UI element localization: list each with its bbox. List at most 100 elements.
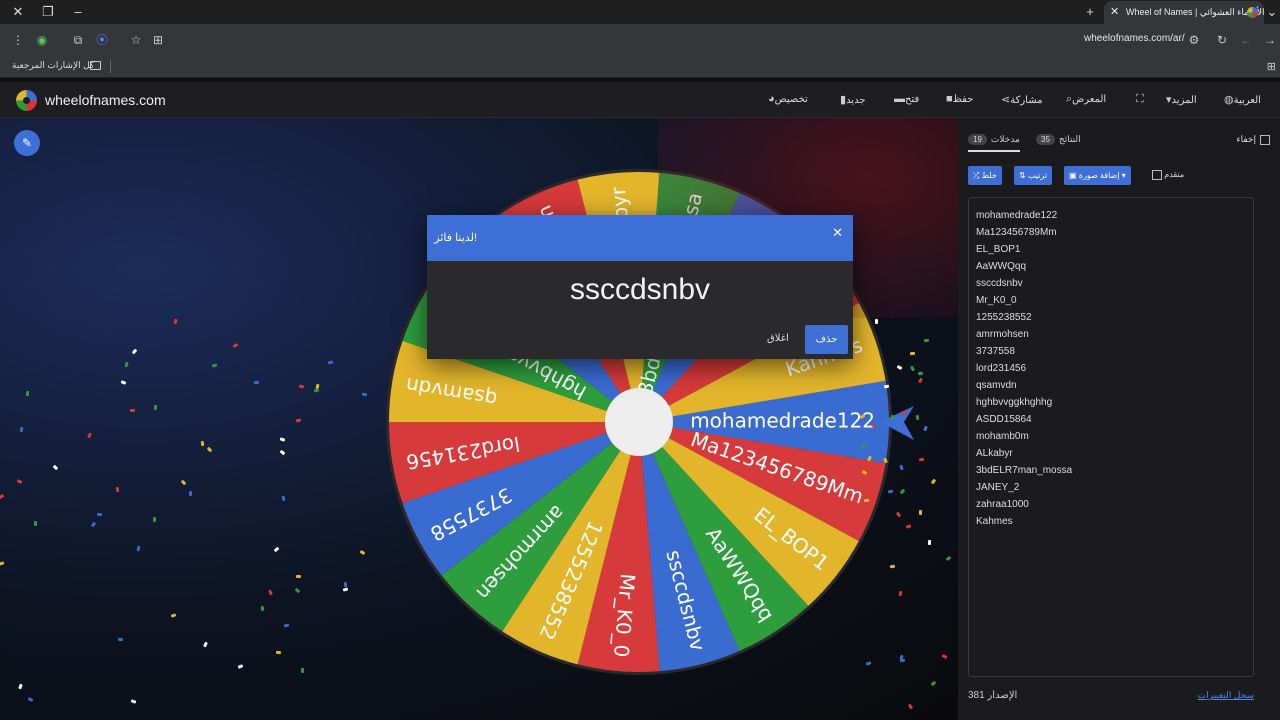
entry-line: ASDD15864 [976, 414, 1032, 425]
confetti-piece [200, 440, 204, 446]
language-button[interactable]: ◍العربية [1220, 93, 1261, 106]
hide-label: إخفاء [1236, 134, 1256, 144]
fullscreen-icon: ⛶ [1136, 93, 1144, 105]
gallery-button[interactable]: ⌕المعرض [1062, 93, 1106, 106]
tab-title: Wheel of Names | منتقي الأسماء العشوائي [1126, 7, 1264, 17]
entry-line: 3bdELR7man_mossa [976, 465, 1073, 476]
site-settings-icon[interactable]: ⚙ [1186, 32, 1202, 48]
confetti-piece [295, 418, 302, 423]
reload-icon[interactable]: ↻ [1214, 32, 1230, 48]
all-bookmarks-link[interactable]: كل الإشارات المرجعية [12, 60, 94, 71]
customize-button[interactable]: ◕تخصيص [764, 93, 808, 105]
new-label: جديد [846, 95, 866, 106]
winner-name: ssccdsnbv [569, 273, 711, 306]
share-button[interactable]: ⋖مشاركة [997, 93, 1043, 106]
back-icon[interactable]: → [1262, 32, 1278, 48]
bookmark-star-icon[interactable]: ☆ [128, 32, 144, 48]
winner-dialog: لدينا فائز! ✕ ssccdsnbv اغلاق حذف [427, 215, 853, 359]
results-tab-label: النتائج [1058, 134, 1081, 144]
wheel-svg[interactable]: mohamedrade122Ma123456789MmEL_BOP1AaWWQq… [0, 118, 958, 720]
apps-grid-icon[interactable]: ⊞ [1267, 60, 1276, 73]
tab-entries[interactable]: 19 مدخلات [968, 134, 1020, 152]
browser-menu-icon[interactable]: ⋮ [10, 32, 26, 48]
bookmarks-bar: كل الإشارات المرجعية ⊞ [0, 56, 1280, 78]
shuffle-button[interactable]: ⤮ خلط [968, 166, 1002, 185]
entry-line: AaWWQqq [976, 261, 1027, 272]
entry-line: ssccdsnbv [976, 278, 1023, 289]
site-header: wheelofnames.com ◕تخصيص ▮جديد ▬فتح ■حفظ … [0, 82, 1280, 118]
entry-line: lord231456 [976, 363, 1027, 374]
advanced-label: متقدم [1164, 170, 1185, 180]
dialog-close-icon[interactable]: ✕ [832, 225, 843, 241]
edit-pencil-button[interactable]: ✎ [14, 130, 40, 156]
globe-icon: ◍ [1224, 94, 1234, 106]
new-tab-icon[interactable]: + [1080, 2, 1100, 22]
hide-checkbox[interactable] [1260, 134, 1270, 145]
more-menu-button[interactable]: ▾المزيد [1162, 93, 1197, 106]
confetti-piece [910, 352, 916, 356]
image-icon: ▣ [1069, 171, 1079, 180]
wheel-hub[interactable] [605, 388, 673, 456]
new-button[interactable]: ▮جديد [836, 93, 866, 106]
tab-search-icon[interactable]: ⌄ [1262, 2, 1280, 22]
open-button[interactable]: ▬فتح [890, 93, 919, 105]
site-favicon-icon [1247, 7, 1258, 18]
entries-count-badge: 19 [968, 134, 987, 145]
gallery-label: المعرض [1072, 94, 1107, 105]
dialog-remove-button[interactable]: حذف [805, 325, 848, 354]
restore-window-icon[interactable]: ❐ [38, 2, 58, 22]
confetti-piece [275, 650, 281, 655]
sort-label: ترتيب [1027, 171, 1048, 180]
entry-line: qsamvdn [976, 380, 1017, 391]
save-button[interactable]: ■حفظ [942, 93, 973, 105]
extensions-puzzle-icon[interactable]: ⧉ [70, 32, 86, 48]
entries-tab-label: مدخلات [990, 134, 1020, 144]
entry-line: 1255238552 [976, 312, 1032, 323]
open-label: فتح [905, 94, 920, 105]
forward-icon[interactable]: ← [1238, 32, 1254, 48]
browser-tab[interactable]: ✕ Wheel of Names | منتقي الأسماء العشوائ… [1104, 1, 1264, 24]
save-label: حفظ [952, 94, 974, 105]
wheel-logo-icon[interactable] [16, 90, 37, 111]
changelog-link[interactable]: سجل التغييرات [1198, 690, 1254, 701]
dialog-close-button[interactable]: اغلاق [767, 333, 789, 344]
bookmarks-divider [110, 60, 111, 73]
add-image-button[interactable]: ▣ إضافة صورة ▾ [1064, 166, 1131, 185]
advanced-toggle[interactable]: متقدم [1148, 170, 1184, 180]
palette-icon: ◕ [768, 93, 775, 105]
share-icon: ⋖ [1001, 94, 1011, 106]
entry-line: hghbvvggkhghhg [976, 397, 1053, 408]
advanced-checkbox[interactable] [1152, 170, 1162, 180]
confetti-piece [153, 404, 158, 411]
cast-icon[interactable]: ⦿ [94, 32, 110, 48]
customize-label: تخصيص [774, 94, 808, 105]
confetti-piece [96, 512, 102, 516]
confetti-piece [34, 520, 38, 526]
site-name[interactable]: wheelofnames.com [45, 92, 166, 108]
sort-button[interactable]: ⇅ ترتيب [1014, 166, 1053, 185]
confetti-piece [874, 319, 879, 325]
close-tab-icon[interactable]: ✕ [1110, 1, 1119, 24]
tab-results[interactable]: 35 النتائج [1036, 134, 1081, 145]
entries-textarea[interactable]: mohamedrade122 Ma123456789Mm EL_BOP1 AaWWQq… [968, 197, 1254, 677]
close-window-icon[interactable]: ✕ [8, 2, 28, 22]
wheel-stage: ✎ mohamedrade122 Ma123456789Mm EL_BOP1 AaWW… [0, 118, 958, 720]
version-number: 381 [968, 690, 985, 701]
confetti-piece [295, 575, 301, 579]
entry-line: JANEY_2 [976, 482, 1020, 493]
url-field[interactable]: wheelofnames.com/ar/ [1084, 33, 1185, 44]
entry-line: zahraa1000 [976, 499, 1029, 510]
minimize-window-icon[interactable]: – [68, 2, 88, 22]
shuffle-label: خلط [981, 171, 997, 180]
folder-icon [90, 61, 101, 70]
version-label: الإصدار [987, 690, 1018, 701]
entry-line: Kahmes [976, 516, 1013, 527]
translate-icon[interactable]: ⊞ [150, 32, 166, 48]
dialog-title: لدينا فائز! [434, 232, 477, 244]
extension-icon[interactable]: ◉ [34, 32, 50, 48]
results-count-badge: 35 [1036, 134, 1055, 145]
entry-line: mohamb0m [976, 431, 1029, 442]
version-info: 381 الإصدار [968, 690, 1017, 701]
hide-toggle[interactable]: إخفاء [1236, 134, 1270, 145]
fullscreen-button[interactable]: ⛶ [1132, 93, 1144, 106]
